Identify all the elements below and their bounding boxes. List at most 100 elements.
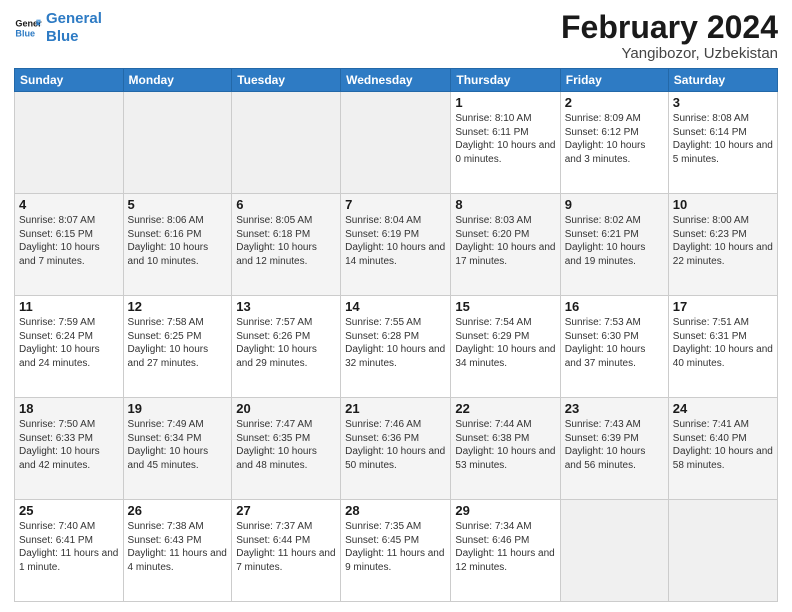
- calendar-cell: 8Sunrise: 8:03 AMSunset: 6:20 PMDaylight…: [451, 194, 560, 296]
- day-number: 27: [236, 503, 336, 518]
- calendar-day-header: Tuesday: [232, 69, 341, 92]
- calendar-cell: 6 Sunrise: 8:05 AMSunset: 6:18 PMDaylight…: [232, 194, 341, 296]
- calendar-cell: 18Sunrise: 7:50 AMSunset: 6:33 PMDayligh…: [15, 398, 124, 500]
- calendar-week-row: 1 Sunrise: 8:10 AMSunset: 6:11 PMDaylight…: [15, 92, 778, 194]
- calendar-cell: 29 Sunrise: 7:34 AMSunset: 6:46 PMDayligh…: [451, 500, 560, 602]
- calendar-cell: 19 Sunrise: 7:49 AMSunset: 6:34 PMDayligh…: [123, 398, 232, 500]
- calendar-cell: 10 Sunrise: 8:00 AMSunset: 6:23 PMDayligh…: [668, 194, 777, 296]
- calendar-week-row: 11 Sunrise: 7:59 AMSunset: 6:24 PMDayligh…: [15, 296, 778, 398]
- calendar-day-header: Thursday: [451, 69, 560, 92]
- calendar-day-header: Sunday: [15, 69, 124, 92]
- calendar-header-row: SundayMondayTuesdayWednesdayThursdayFrid…: [15, 69, 778, 92]
- calendar-cell: 7 Sunrise: 8:04 AMSunset: 6:19 PMDaylight…: [341, 194, 451, 296]
- day-number: 10: [673, 197, 773, 212]
- day-info: Sunrise: 7:46 AMSunset: 6:36 PMDaylight:…: [345, 418, 446, 472]
- calendar-week-row: 18Sunrise: 7:50 AMSunset: 6:33 PMDayligh…: [15, 398, 778, 500]
- calendar-cell: 21 Sunrise: 7:46 AMSunset: 6:36 PMDayligh…: [341, 398, 451, 500]
- day-info: Sunrise: 7:57 AMSunset: 6:26 PMDaylight:…: [236, 316, 336, 370]
- calendar-cell: 28 Sunrise: 7:35 AMSunset: 6:45 PMDayligh…: [341, 500, 451, 602]
- day-number: 20: [236, 401, 336, 416]
- calendar-cell: [15, 92, 124, 194]
- logo-line2: Blue: [46, 28, 79, 45]
- day-number: 21: [345, 401, 446, 416]
- calendar-cell: 16Sunrise: 7:53 AMSunset: 6:30 PMDayligh…: [560, 296, 668, 398]
- day-number: 24: [673, 401, 773, 416]
- calendar-cell: 24 Sunrise: 7:41 AMSunset: 6:40 PMDayligh…: [668, 398, 777, 500]
- day-info: Sunrise: 8:04 AMSunset: 6:19 PMDaylight:…: [345, 214, 446, 268]
- calendar-cell: 3Sunrise: 8:08 AMSunset: 6:14 PMDaylight…: [668, 92, 777, 194]
- calendar-cell: 26 Sunrise: 7:38 AMSunset: 6:43 PMDayligh…: [123, 500, 232, 602]
- day-number: 13: [236, 299, 336, 314]
- day-number: 6: [236, 197, 336, 212]
- title-block: February 2024 Yangibozor, Uzbekistan: [561, 10, 778, 62]
- calendar-cell: 15Sunrise: 7:54 AMSunset: 6:29 PMDayligh…: [451, 296, 560, 398]
- day-info: Sunrise: 7:59 AMSunset: 6:24 PMDaylight:…: [19, 316, 119, 370]
- calendar-week-row: 4Sunrise: 8:07 AMSunset: 6:15 PMDaylight…: [15, 194, 778, 296]
- calendar-cell: 25Sunrise: 7:40 AMSunset: 6:41 PMDayligh…: [15, 500, 124, 602]
- sub-title: Yangibozor, Uzbekistan: [561, 45, 778, 62]
- day-info: Sunrise: 7:41 AMSunset: 6:40 PMDaylight:…: [673, 418, 773, 472]
- day-number: 5: [128, 197, 228, 212]
- day-info: Sunrise: 7:35 AMSunset: 6:45 PMDaylight:…: [345, 520, 446, 574]
- day-info: Sunrise: 8:05 AMSunset: 6:18 PMDaylight:…: [236, 214, 336, 268]
- day-number: 9: [565, 197, 664, 212]
- calendar-cell: 9Sunrise: 8:02 AMSunset: 6:21 PMDaylight…: [560, 194, 668, 296]
- day-info: Sunrise: 7:43 AMSunset: 6:39 PMDaylight:…: [565, 418, 664, 472]
- calendar-cell: 23 Sunrise: 7:43 AMSunset: 6:39 PMDayligh…: [560, 398, 668, 500]
- day-info: Sunrise: 7:34 AMSunset: 6:46 PMDaylight:…: [455, 520, 555, 574]
- day-info: Sunrise: 7:49 AMSunset: 6:34 PMDaylight:…: [128, 418, 228, 472]
- calendar-cell: [668, 500, 777, 602]
- calendar-cell: 20Sunrise: 7:47 AMSunset: 6:35 PMDayligh…: [232, 398, 341, 500]
- calendar-cell: 1 Sunrise: 8:10 AMSunset: 6:11 PMDaylight…: [451, 92, 560, 194]
- calendar-cell: [123, 92, 232, 194]
- day-info: Sunrise: 8:09 AMSunset: 6:12 PMDaylight:…: [565, 112, 664, 166]
- day-number: 3: [673, 95, 773, 110]
- day-info: Sunrise: 7:37 AMSunset: 6:44 PMDaylight:…: [236, 520, 336, 574]
- calendar-cell: 12 Sunrise: 7:58 AMSunset: 6:25 PMDayligh…: [123, 296, 232, 398]
- calendar-day-header: Saturday: [668, 69, 777, 92]
- calendar-cell: 14Sunrise: 7:55 AMSunset: 6:28 PMDayligh…: [341, 296, 451, 398]
- calendar-cell: 22Sunrise: 7:44 AMSunset: 6:38 PMDayligh…: [451, 398, 560, 500]
- calendar-cell: 11 Sunrise: 7:59 AMSunset: 6:24 PMDayligh…: [15, 296, 124, 398]
- calendar-cell: 5 Sunrise: 8:06 AMSunset: 6:16 PMDaylight…: [123, 194, 232, 296]
- day-info: Sunrise: 8:00 AMSunset: 6:23 PMDaylight:…: [673, 214, 773, 268]
- day-info: Sunrise: 8:03 AMSunset: 6:20 PMDaylight:…: [455, 214, 555, 268]
- day-info: Sunrise: 7:55 AMSunset: 6:28 PMDaylight:…: [345, 316, 446, 370]
- day-info: Sunrise: 7:53 AMSunset: 6:30 PMDaylight:…: [565, 316, 664, 370]
- page: General Blue General Blue February 2024 …: [0, 0, 792, 612]
- calendar-cell: [560, 500, 668, 602]
- day-info: Sunrise: 8:06 AMSunset: 6:16 PMDaylight:…: [128, 214, 228, 268]
- day-number: 26: [128, 503, 228, 518]
- day-number: 12: [128, 299, 228, 314]
- day-number: 19: [128, 401, 228, 416]
- calendar-cell: 4Sunrise: 8:07 AMSunset: 6:15 PMDaylight…: [15, 194, 124, 296]
- logo-icon: General Blue: [14, 14, 42, 42]
- svg-text:Blue: Blue: [15, 28, 35, 38]
- calendar-cell: [341, 92, 451, 194]
- logo: General Blue General Blue: [14, 10, 102, 46]
- day-info: Sunrise: 7:51 AMSunset: 6:31 PMDaylight:…: [673, 316, 773, 370]
- day-info: Sunrise: 8:10 AMSunset: 6:11 PMDaylight:…: [455, 112, 555, 166]
- day-number: 2: [565, 95, 664, 110]
- calendar-cell: 17Sunrise: 7:51 AMSunset: 6:31 PMDayligh…: [668, 296, 777, 398]
- day-number: 11: [19, 299, 119, 314]
- calendar-day-header: Monday: [123, 69, 232, 92]
- day-number: 22: [455, 401, 555, 416]
- day-info: Sunrise: 7:38 AMSunset: 6:43 PMDaylight:…: [128, 520, 228, 574]
- header: General Blue General Blue February 2024 …: [14, 10, 778, 62]
- calendar-day-header: Friday: [560, 69, 668, 92]
- logo-line1: General: [46, 10, 102, 27]
- day-number: 29: [455, 503, 555, 518]
- day-info: Sunrise: 8:07 AMSunset: 6:15 PMDaylight:…: [19, 214, 119, 268]
- day-info: Sunrise: 7:58 AMSunset: 6:25 PMDaylight:…: [128, 316, 228, 370]
- day-number: 7: [345, 197, 446, 212]
- day-number: 28: [345, 503, 446, 518]
- day-number: 18: [19, 401, 119, 416]
- day-number: 23: [565, 401, 664, 416]
- calendar-day-header: Wednesday: [341, 69, 451, 92]
- calendar-week-row: 25Sunrise: 7:40 AMSunset: 6:41 PMDayligh…: [15, 500, 778, 602]
- calendar-cell: 27 Sunrise: 7:37 AMSunset: 6:44 PMDayligh…: [232, 500, 341, 602]
- day-number: 1: [455, 95, 555, 110]
- main-title: February 2024: [561, 10, 778, 45]
- day-number: 15: [455, 299, 555, 314]
